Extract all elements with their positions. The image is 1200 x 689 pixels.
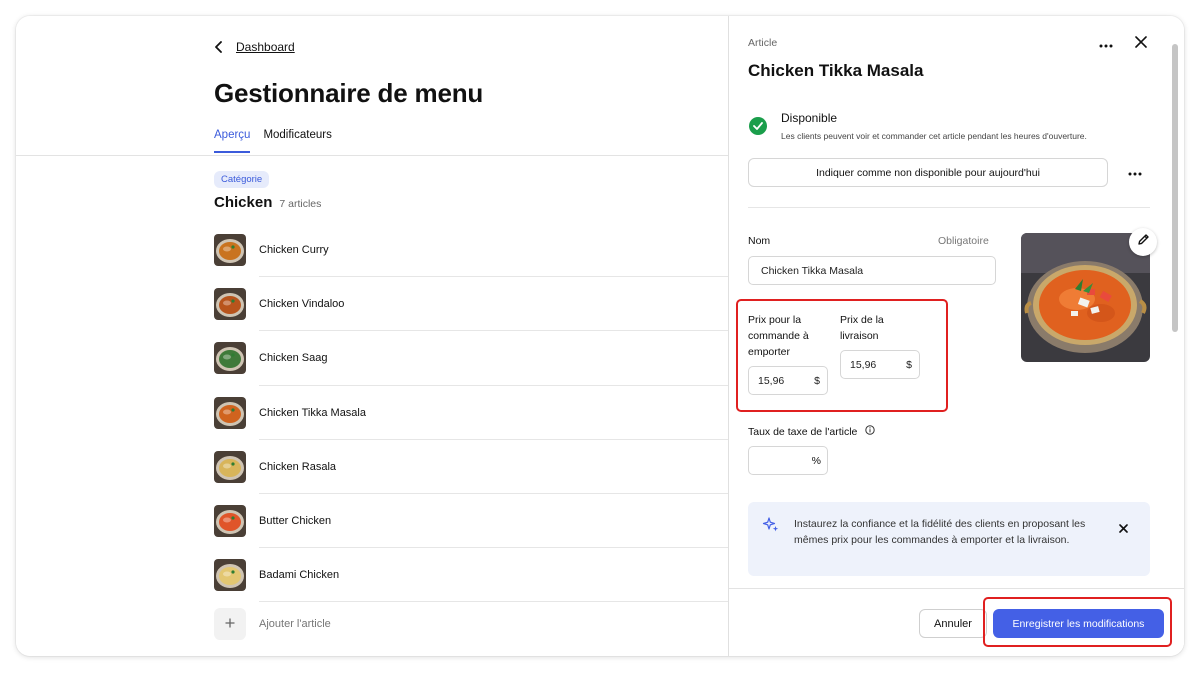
category-count: 7 articles [279,198,322,210]
item-name: Chicken Saag [259,352,328,365]
item-name: Chicken Tikka Masala [259,406,366,419]
name-label: Nom [748,235,771,247]
close-icon [1135,35,1147,53]
panel-footer: Annuler Enregistrer les modifications [729,588,1184,656]
currency-symbol: $ [814,374,820,387]
status-description: Les clients peuvent voir et commander ce… [781,131,1087,141]
item-thumbnail [214,450,246,483]
item-thumbnail [214,505,246,538]
item-photo [1021,233,1150,362]
availability-more-button[interactable] [1124,164,1146,180]
pricing-tip-text: Instaurez la confiance et la fidélité de… [794,518,1086,546]
tabs-divider [16,155,728,156]
item-thumbnail [214,234,246,267]
list-item[interactable]: Butter Chicken [214,494,728,549]
save-changes-button[interactable]: Enregistrer les modifications [993,609,1164,638]
pencil-icon [1137,233,1150,251]
breadcrumb: Dashboard [214,40,295,54]
info-icon[interactable] [865,425,876,438]
app-window: Dashboard Gestionnaire de menu Aperçu Mo… [16,16,1184,656]
menu-overview: Dashboard Gestionnaire de menu Aperçu Mo… [16,16,728,656]
percent-symbol: % [811,454,821,467]
tax-rate-label: Taux de taxe de l'article [748,425,858,438]
dismiss-tip-button[interactable] [1114,520,1132,538]
takeout-price-field[interactable]: 15,96 $ [748,366,828,395]
list-item[interactable]: Chicken Rasala [214,440,728,494]
item-name: Chicken Curry [259,244,329,257]
takeout-price-value: 15,96 [758,374,785,387]
cancel-button[interactable]: Annuler [919,609,987,638]
delivery-price-label: Prix de la livraison [840,314,884,342]
section-divider [748,207,1150,208]
item-thumbnail [214,342,246,375]
list-item[interactable]: Badami Chicken [214,548,728,603]
item-name: Chicken Rasala [259,460,337,473]
more-options-button[interactable] [1095,36,1117,52]
pricing-tip-banner: Instaurez la confiance et la fidélité de… [748,502,1150,576]
panel-scrollbar[interactable] [1172,44,1178,332]
check-icon [749,117,767,135]
list-item[interactable]: Chicken Curry [214,223,728,278]
availability-status: Disponible Les clients peuvent voir et c… [749,111,1087,141]
sparkle-icon [762,516,780,539]
currency-symbol: $ [906,358,912,371]
status-title: Disponible [781,111,838,125]
page-title: Gestionnaire de menu [214,78,484,108]
item-name: Badami Chicken [259,569,340,582]
list-item[interactable]: Chicken Vindaloo [214,277,728,332]
takeout-price-label: Prix pour la commande à emporter [748,314,809,358]
item-name: Butter Chicken [259,515,332,528]
delivery-price-field[interactable]: 15,96 $ [840,350,920,379]
item-thumbnail [214,559,246,592]
plus-icon [225,615,235,633]
panel-title: Chicken Tikka Masala [748,61,924,80]
category-header: Chicken 7 articles [214,194,321,211]
tab-apercu[interactable]: Aperçu [214,129,251,153]
tax-rate-field[interactable]: % [748,446,828,475]
close-icon [1118,520,1128,538]
item-list: Chicken Curry Chicken Vindaloo Chicken Saa… [214,223,728,603]
more-horizontal-icon [1099,35,1113,53]
delivery-price-value: 15,96 [850,358,877,371]
close-panel-button[interactable] [1131,34,1151,54]
edit-photo-button[interactable] [1129,228,1157,256]
category-name: Chicken [214,194,273,211]
add-item-label[interactable]: Ajouter l'article [259,618,331,630]
list-item[interactable]: Chicken Tikka Masala [214,386,728,440]
list-item[interactable]: Chicken Saag [214,331,728,386]
item-name-field[interactable]: Chicken Tikka Masala [748,256,996,285]
chevron-left-icon[interactable] [214,41,224,53]
tax-rate-label-row: Taux de taxe de l'article [748,425,876,438]
add-item-button[interactable] [214,608,246,640]
panel-scroll-area: Article Chicken Tikka Masala Disponible … [729,16,1169,588]
add-item-row[interactable]: Ajouter l'article [214,608,331,640]
row-divider [259,601,728,603]
tab-bar: Aperçu Modificateurs [214,129,332,153]
required-label: Obligatoire [938,235,989,247]
panel-eyebrow: Article [748,37,778,49]
more-horizontal-icon [1128,163,1142,181]
item-thumbnail [214,288,246,321]
item-thumbnail [214,396,246,429]
category-badge: Catégorie [214,171,270,188]
item-name: Chicken Vindaloo [259,298,345,311]
dashboard-link[interactable]: Dashboard [236,40,295,54]
tab-modificateurs[interactable]: Modificateurs [263,129,331,153]
item-detail-panel: Article Chicken Tikka Masala Disponible … [728,16,1184,656]
mark-unavailable-button[interactable]: Indiquer comme non disponible pour aujou… [748,158,1108,187]
